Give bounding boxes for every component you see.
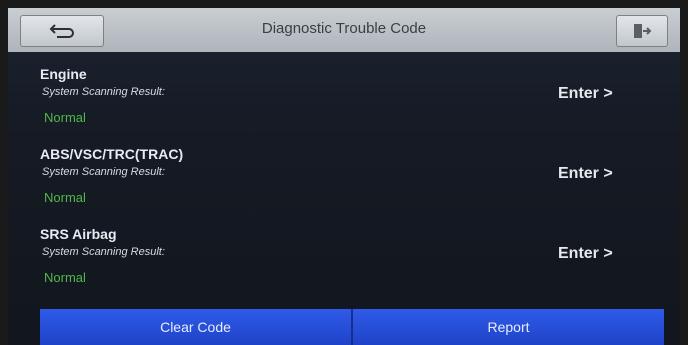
system-status: Normal <box>44 190 86 205</box>
diagnostic-screen: Diagnostic Trouble Code Engine System Sc… <box>8 8 680 345</box>
title-bar: Diagnostic Trouble Code <box>8 8 680 52</box>
bottom-toolbar: Clear Code Report <box>40 309 664 345</box>
system-name: ABS/VSC/TRC(TRAC) <box>40 146 184 162</box>
system-result-label: System Scanning Result: <box>42 166 165 178</box>
system-row-srs: SRS Airbag System Scanning Result: Norma… <box>8 226 680 304</box>
system-row-abs: ABS/VSC/TRC(TRAC) System Scanning Result… <box>8 146 680 224</box>
system-status: Normal <box>44 270 86 285</box>
system-row-engine: Engine System Scanning Result: Normal En… <box>8 66 680 144</box>
system-name: Engine <box>40 66 87 82</box>
report-button[interactable]: Report <box>353 309 664 345</box>
system-result-label: System Scanning Result: <box>42 246 165 258</box>
page-title: Diagnostic Trouble Code <box>261 20 427 37</box>
exit-button[interactable] <box>616 15 668 47</box>
system-status: Normal <box>44 110 86 125</box>
system-name: SRS Airbag <box>40 226 117 242</box>
enter-button-abs[interactable]: Enter > <box>558 165 613 183</box>
enter-button-srs[interactable]: Enter > <box>558 245 613 263</box>
enter-button-engine[interactable]: Enter > <box>558 85 613 103</box>
system-result-label: System Scanning Result: <box>42 86 165 98</box>
clear-code-button[interactable]: Clear Code <box>40 309 351 345</box>
exit-icon <box>634 24 652 38</box>
